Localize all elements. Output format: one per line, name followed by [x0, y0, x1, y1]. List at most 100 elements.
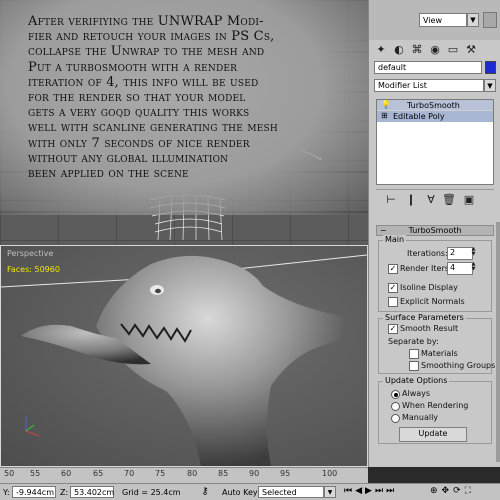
- object-name-field[interactable]: default: [374, 61, 482, 74]
- object-name-text: default: [378, 63, 407, 72]
- spinner-arrows-icon[interactable]: ▲ ▼: [470, 262, 477, 273]
- when-rendering-label: When Rendering: [402, 401, 469, 410]
- go-to-start-icon[interactable]: ⏮: [344, 486, 355, 496]
- viewport-label[interactable]: Perspective: [7, 249, 53, 258]
- timeline-tick: 70: [124, 469, 135, 478]
- materials-checkbox[interactable]: [409, 349, 419, 359]
- chevron-down-icon[interactable]: ▼: [484, 79, 496, 92]
- spinner-arrows-icon[interactable]: ▲ ▼: [470, 247, 477, 258]
- render-iters-label: Render Iters:: [400, 264, 452, 273]
- command-panel: View ▼ ✦ ◐ ⌘ ◉ ▭ ⚒ default Modifier List…: [368, 0, 500, 467]
- pan-icon[interactable]: ✥: [442, 486, 454, 496]
- timeline-tick: 65: [93, 469, 104, 478]
- iterations-label: Iterations:: [407, 249, 448, 258]
- hierarchy-tab-icon[interactable]: ⌘: [410, 43, 424, 57]
- create-tab-icon[interactable]: ✦: [374, 43, 388, 57]
- main-toolbar: View ▼: [369, 0, 500, 40]
- instruction-line: After verifiying the UNWRAP Modi-: [28, 14, 264, 29]
- grid-size: Grid = 25.4cm: [122, 488, 181, 497]
- explicit-normals-label: Explicit Normals: [400, 297, 465, 306]
- selection-set-value: Selected: [262, 488, 297, 497]
- when-rendering-radio[interactable]: [391, 402, 400, 411]
- timeline-tick: 75: [155, 469, 166, 478]
- instruction-line: without any global illumination: [28, 150, 229, 166]
- z-coordinate-value: 53.402cm: [74, 488, 115, 497]
- panel-scrollbar[interactable]: [496, 222, 500, 462]
- maximize-viewport-icon[interactable]: ⛶: [465, 486, 475, 496]
- stack-item-editable-poly[interactable]: ⊞ Editable Poly: [377, 111, 493, 122]
- expand-icon[interactable]: ⊞: [381, 111, 388, 120]
- top-viewport[interactable]: After verifiying the UNWRAP Modi- fier a…: [0, 0, 368, 245]
- instruction-line: iteration of 4, this info will be used: [28, 74, 259, 90]
- key-icon[interactable]: ⚷: [196, 485, 214, 499]
- remove-modifier-icon[interactable]: 🗑: [442, 193, 456, 207]
- isoline-display-checkbox[interactable]: ✓: [388, 283, 398, 293]
- view-dropdown-label: View: [423, 16, 442, 25]
- always-radio[interactable]: [391, 390, 400, 399]
- face-count: Faces: 50960: [7, 265, 60, 274]
- materials-label: Materials: [421, 349, 458, 358]
- manually-label: Manually: [402, 413, 439, 422]
- instruction-line: Put a turbosmooth with a render: [28, 59, 238, 75]
- main-group-label: Main: [383, 235, 407, 244]
- timeline-tick: 85: [218, 469, 229, 478]
- perspective-viewport[interactable]: Perspective Faces: 50960: [0, 245, 368, 467]
- always-label: Always: [402, 389, 431, 398]
- render-iters-checkbox[interactable]: ✓: [388, 264, 398, 274]
- toolbar-button[interactable]: [483, 12, 497, 28]
- timeline-ruler[interactable]: 50 55 60 65 70 75 80 85 90 95 100: [0, 467, 368, 483]
- display-tab-icon[interactable]: ▭: [446, 43, 460, 57]
- instruction-line: for the render so that your model: [28, 90, 246, 106]
- bulb-icon[interactable]: 💡: [381, 100, 391, 109]
- update-button[interactable]: Update: [399, 427, 467, 442]
- timeline-tick: 55: [30, 469, 41, 478]
- manually-radio[interactable]: [391, 414, 400, 423]
- z-coordinate-field[interactable]: 53.402cm: [70, 486, 114, 498]
- smoothing-groups-checkbox[interactable]: [409, 361, 419, 371]
- orbit-icon[interactable]: ⟳: [453, 486, 465, 496]
- shark-model-render: [1, 254, 367, 466]
- isoline-display-label: Isoline Display: [400, 283, 458, 292]
- timeline-tick: 90: [249, 469, 260, 478]
- zoom-icon[interactable]: ⊕: [430, 486, 442, 496]
- utilities-tab-icon[interactable]: ⚒: [464, 43, 478, 57]
- timeline-tick: 95: [280, 469, 291, 478]
- instruction-text: After verifiying the UNWRAP Modi- fier a…: [28, 14, 328, 181]
- selection-set-dropdown[interactable]: Selected: [258, 486, 324, 498]
- explicit-normals-checkbox[interactable]: [388, 297, 398, 307]
- y-coordinate-field[interactable]: -9.944cm: [12, 486, 56, 498]
- playback-controls: ⏮◀▶⏭⏭: [344, 486, 397, 496]
- object-color-swatch[interactable]: [485, 61, 496, 74]
- pin-stack-icon[interactable]: ⊢: [384, 193, 398, 207]
- stack-tools: ⊢ ❙ ∀ 🗑 ▣: [376, 189, 494, 207]
- modifier-list-dropdown[interactable]: Modifier List: [374, 79, 484, 92]
- go-to-end-icon[interactable]: ⏭: [386, 486, 397, 496]
- stack-item-label: Editable Poly: [393, 112, 445, 121]
- instruction-line: collapse the Unwrap to the mesh and: [28, 44, 265, 60]
- view-dropdown[interactable]: View: [419, 13, 467, 27]
- instruction-line: fier and retouch your images in PS Cs,: [28, 29, 275, 45]
- previous-frame-icon[interactable]: ◀: [355, 486, 365, 496]
- make-unique-icon[interactable]: ∀: [424, 193, 438, 207]
- instruction-line: gets a very goqd quality this works: [28, 105, 250, 121]
- stack-item-label: TurboSmooth: [407, 101, 460, 110]
- y-coordinate-value: -9.944cm: [16, 488, 54, 497]
- timeline-tick: 80: [187, 469, 198, 478]
- modify-tab-icon[interactable]: ◐: [392, 43, 406, 57]
- stack-item-turbosmooth[interactable]: 💡 TurboSmooth: [377, 100, 493, 111]
- next-frame-icon[interactable]: ⏭: [375, 486, 386, 496]
- auto-key-button[interactable]: Auto Key: [222, 488, 258, 497]
- chevron-down-icon[interactable]: ▼: [324, 486, 336, 498]
- chevron-down-icon[interactable]: ▼: [467, 13, 479, 27]
- separate-by-label: Separate by:: [388, 337, 439, 346]
- instruction-line: well with scanline generating the mesh: [28, 120, 278, 136]
- smooth-result-checkbox[interactable]: ✓: [388, 324, 398, 334]
- configure-sets-icon[interactable]: ▣: [462, 193, 476, 207]
- update-group-label: Update Options: [383, 376, 450, 385]
- motion-tab-icon[interactable]: ◉: [428, 43, 442, 57]
- timeline-tick: 50: [4, 469, 15, 478]
- play-icon[interactable]: ▶: [365, 486, 375, 496]
- rollout-title-text: TurboSmooth: [408, 226, 462, 235]
- show-end-result-icon[interactable]: ❙: [404, 193, 418, 207]
- smoothing-groups-label: Smoothing Groups: [421, 361, 496, 370]
